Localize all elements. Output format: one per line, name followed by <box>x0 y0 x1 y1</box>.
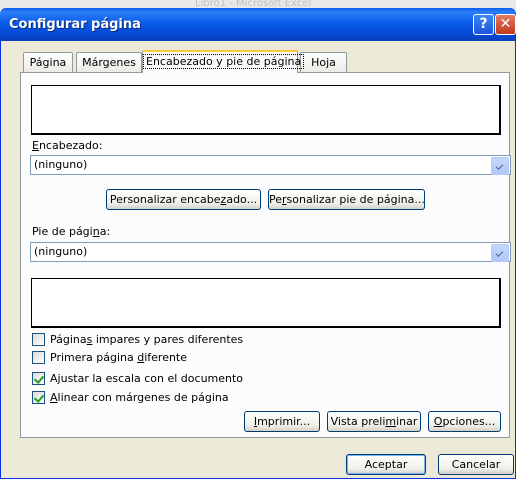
custom-header-button[interactable]: Personalizar encabezado... <box>106 189 261 210</box>
close-icon: ✕ <box>499 16 512 32</box>
checkbox[interactable] <box>32 333 45 346</box>
background-window-title: Libro1 - Microsoft Excel <box>195 0 312 8</box>
help-icon: ? <box>479 16 488 32</box>
option-label: Primera página diferente <box>50 351 188 364</box>
tab-label: Hoja <box>311 56 336 69</box>
header-select-value: (ninguno) <box>34 158 88 171</box>
close-button[interactable]: ✕ <box>495 14 516 35</box>
print-button[interactable]: Imprimir... <box>244 411 320 432</box>
option-label: Alinear con márgenes de página <box>50 391 229 404</box>
tab-encabezado-pie[interactable]: Encabezado y pie de página <box>142 50 305 73</box>
footer-select-value: (ninguno) <box>34 245 88 258</box>
tab-hoja[interactable]: Hoja <box>300 52 347 72</box>
footer-label: Pie de página: <box>32 225 111 238</box>
checkbox[interactable] <box>32 351 45 364</box>
custom-footer-button[interactable]: Personalizar pie de página... <box>268 189 425 210</box>
tab-label: Márgenes <box>82 56 136 69</box>
option-label: Ajustar la escala con el documento <box>50 372 244 385</box>
option-align-margins[interactable]: Alinear con márgenes de página <box>32 391 332 407</box>
tab-label: Página <box>29 56 67 69</box>
header-preview <box>31 85 501 135</box>
option-first-page[interactable]: Primera página diferente <box>32 351 332 367</box>
print-preview-button[interactable]: Vista preliminar <box>327 411 421 432</box>
options-button[interactable]: Opciones... <box>428 411 501 432</box>
tab-label: Encabezado y pie de página <box>143 54 305 69</box>
tab-pagina[interactable]: Página <box>23 52 73 72</box>
tab-margenes[interactable]: Márgenes <box>76 52 142 72</box>
header-select[interactable]: (ninguno) <box>30 155 511 175</box>
dialog-title: Configurar página <box>9 17 141 32</box>
checkbox-checked[interactable] <box>32 391 45 404</box>
cancel-button[interactable]: Cancelar <box>438 454 514 475</box>
help-button[interactable]: ? <box>473 14 494 35</box>
chevron-down-icon[interactable] <box>491 157 509 175</box>
chevron-down-icon[interactable] <box>491 244 509 262</box>
footer-select[interactable]: (ninguno) <box>30 242 511 262</box>
option-label: Páginas impares y pares diferentes <box>50 333 244 346</box>
footer-preview <box>31 278 501 328</box>
header-label: Encabezado: <box>32 139 103 152</box>
option-scale-with-document[interactable]: Ajustar la escala con el documento <box>32 372 332 388</box>
option-odd-even[interactable]: Páginas impares y pares diferentes <box>32 333 332 349</box>
ok-button[interactable]: Aceptar <box>346 454 426 475</box>
checkbox-checked[interactable] <box>32 372 45 385</box>
